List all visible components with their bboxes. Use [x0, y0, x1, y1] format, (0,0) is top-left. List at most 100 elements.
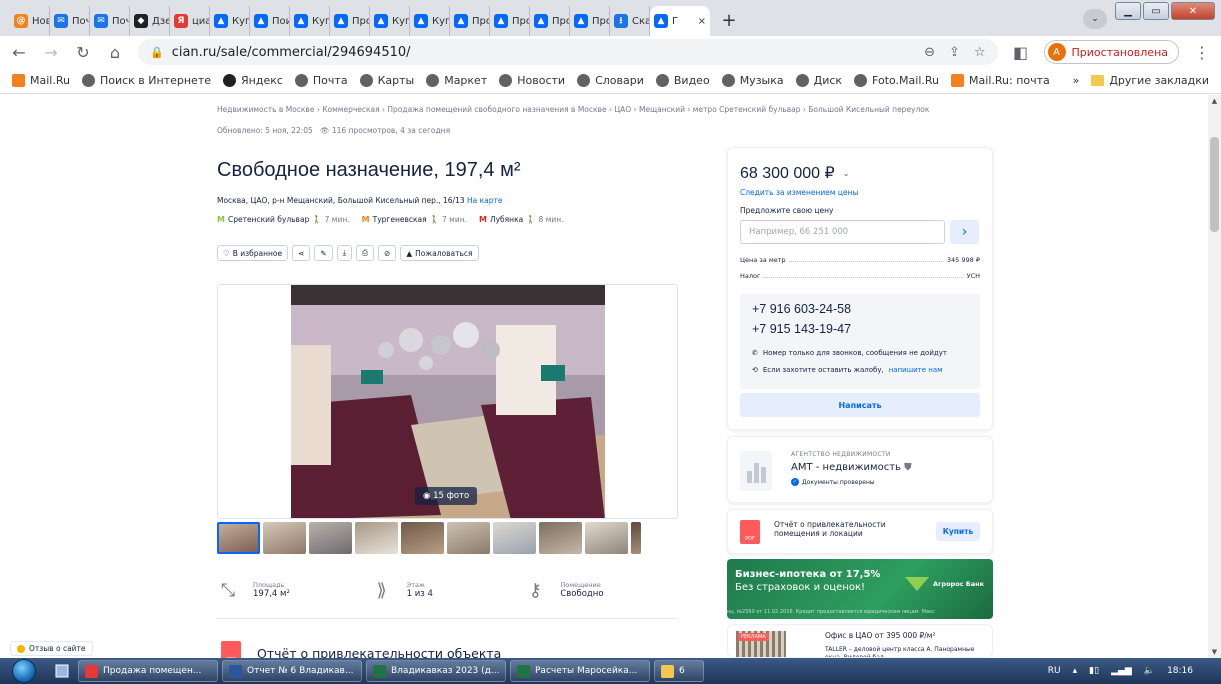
- write-button[interactable]: Написать: [740, 393, 980, 417]
- complaint-link[interactable]: напишите нам: [889, 366, 943, 374]
- photo-thumbnail[interactable]: [631, 522, 641, 554]
- bookmark-item[interactable]: Музыка: [721, 74, 784, 87]
- metro-station[interactable]: M Сретенский бульвар 🚶 7 мин.: [217, 215, 350, 224]
- close-tab-icon[interactable]: ×: [698, 16, 706, 27]
- photo-gallery[interactable]: ◉ 15 фото: [217, 284, 678, 519]
- network-icon[interactable]: ▮▯: [1089, 666, 1099, 676]
- bookmark-item[interactable]: Маркет: [426, 74, 487, 87]
- browser-tab[interactable]: @ Нов: [10, 6, 50, 36]
- photo-thumbnail[interactable]: [401, 522, 444, 554]
- offer-price-input[interactable]: Например, 66 251 000: [740, 220, 945, 244]
- clock[interactable]: 18:16: [1167, 666, 1193, 676]
- browser-tab-active[interactable]: ▲ Г ×: [650, 6, 710, 36]
- show-desktop-icon[interactable]: [50, 660, 74, 682]
- breadcrumb[interactable]: Недвижимость в Москве › Коммерческая › П…: [217, 105, 929, 114]
- download-button[interactable]: ⤓: [336, 245, 353, 261]
- scroll-down-icon[interactable]: ▼: [1208, 646, 1221, 658]
- browser-tab[interactable]: ⭳ Скач: [610, 6, 650, 36]
- taskbar-window-button[interactable]: Расчеты Маросейка...: [510, 660, 650, 682]
- photo-thumbnail[interactable]: [585, 522, 628, 554]
- chevron-down-icon[interactable]: ⌄: [843, 169, 850, 178]
- buy-button[interactable]: Купить: [936, 522, 980, 541]
- menu-icon[interactable]: ⋮: [1193, 43, 1211, 62]
- bookmark-item[interactable]: Mail.Ru: почта: [951, 74, 1050, 87]
- forward-icon[interactable]: →: [42, 43, 60, 62]
- edit-button[interactable]: ✎: [314, 245, 333, 261]
- metro-station[interactable]: M Тургеневская 🚶 7 мин.: [362, 215, 467, 224]
- browser-tab[interactable]: ▲ Про: [570, 6, 610, 36]
- browser-tab[interactable]: ✉ Почт: [90, 6, 130, 36]
- ad-banner[interactable]: Бизнес-ипотека от 17,5% Без страховок и …: [727, 559, 993, 619]
- zoom-icon[interactable]: ⊖: [924, 45, 935, 60]
- browser-tab[interactable]: ▲ Купи: [290, 6, 330, 36]
- new-tab-button[interactable]: +: [716, 7, 742, 33]
- bookmark-item[interactable]: Новости: [499, 74, 565, 87]
- metro-station[interactable]: M Лубянка 🚶 8 мин.: [479, 215, 564, 224]
- tray-arrow-icon[interactable]: ▴: [1073, 666, 1078, 676]
- photo-thumbnail[interactable]: [309, 522, 352, 554]
- map-link[interactable]: На карте: [467, 196, 503, 205]
- browser-tab[interactable]: ▲ Про: [530, 6, 570, 36]
- browser-tab[interactable]: ✉ Почт: [50, 6, 90, 36]
- bookmark-item[interactable]: Карты: [359, 74, 414, 87]
- address-bar[interactable]: 🔒 cian.ru/sale/commercial/294694510/ ⊖ ⇪…: [138, 39, 998, 65]
- browser-tab[interactable]: ▲ Про: [490, 6, 530, 36]
- main-photo[interactable]: [291, 285, 605, 518]
- ad-card[interactable]: РЕКЛАМА Офис в ЦАО от 395 000 ₽/м² TALLE…: [727, 624, 993, 658]
- favorite-button[interactable]: ♡ В избранное: [217, 245, 289, 261]
- share-icon[interactable]: ⇪: [949, 45, 960, 60]
- browser-tab[interactable]: ▲ Купи: [410, 6, 450, 36]
- photo-thumbnail[interactable]: [263, 522, 306, 554]
- browser-tab[interactable]: ▲ Про: [330, 6, 370, 36]
- taskbar-window-button[interactable]: Владикавказ 2023 (д...: [366, 660, 506, 682]
- bookmark-item[interactable]: Почта: [294, 74, 348, 87]
- print-button[interactable]: ⎙: [356, 245, 375, 261]
- close-window-button[interactable]: ✕: [1171, 2, 1215, 20]
- agency-name[interactable]: АМТ - недвижимость ⛊: [791, 462, 912, 473]
- browser-tab[interactable]: Яциан: [170, 6, 210, 36]
- start-button[interactable]: [2, 658, 46, 684]
- scroll-up-icon[interactable]: ▲: [1208, 95, 1221, 107]
- share-button[interactable]: ⋖: [292, 245, 311, 261]
- other-bookmarks[interactable]: Другие закладки: [1091, 74, 1209, 87]
- back-icon[interactable]: ←: [10, 43, 28, 62]
- browser-tab[interactable]: ▲ Про: [450, 6, 490, 36]
- complain-button[interactable]: ▲ Пожаловаться: [400, 245, 479, 261]
- signal-icon[interactable]: ▂▄▆: [1111, 666, 1132, 676]
- hide-button[interactable]: ⊘: [378, 245, 397, 261]
- feedback-button[interactable]: Отзыв о сайте: [10, 641, 93, 656]
- bookmark-item[interactable]: Словари: [577, 74, 644, 87]
- bookmarks-more-button[interactable]: »: [1073, 74, 1080, 87]
- bookmark-star-icon[interactable]: ☆: [974, 45, 986, 60]
- bookmark-item[interactable]: Foto.Mail.Ru: [854, 74, 939, 87]
- taskbar-window-button[interactable]: 6: [654, 660, 704, 682]
- phone-2[interactable]: +7 915 143-19-47: [752, 322, 851, 336]
- bookmark-item[interactable]: Поиск в Интернете: [81, 74, 211, 87]
- taskbar-window-button[interactable]: Продажа помещен...: [78, 660, 218, 682]
- photo-count-badge[interactable]: ◉ 15 фото: [415, 487, 478, 505]
- profile-button[interactable]: A Приостановлена: [1043, 40, 1179, 64]
- browser-tab[interactable]: ◆ Дзен: [130, 6, 170, 36]
- taskbar-window-button[interactable]: Отчет № 6 Владикав...: [222, 660, 362, 682]
- volume-icon[interactable]: 🔈: [1144, 666, 1155, 676]
- maximize-button[interactable]: ▭: [1143, 2, 1169, 20]
- bookmark-item[interactable]: Диск: [795, 74, 842, 87]
- bookmark-item[interactable]: Mail.Ru: [12, 74, 70, 87]
- reload-icon[interactable]: ↻: [74, 43, 92, 62]
- follow-price-link[interactable]: Следить за изменением цены: [740, 188, 858, 197]
- agency-card[interactable]: АГЕНТСТВО НЕДВИЖИМОСТИ АМТ - недвижимост…: [727, 436, 993, 503]
- photo-thumbnail[interactable]: [217, 522, 260, 554]
- sidepanel-icon[interactable]: ◧: [1012, 43, 1030, 62]
- photo-thumbnail[interactable]: [355, 522, 398, 554]
- minimize-button[interactable]: ▁: [1115, 2, 1141, 20]
- photo-thumbnail[interactable]: [493, 522, 536, 554]
- scroll-thumb[interactable]: [1210, 137, 1219, 232]
- scrollbar[interactable]: ▲ ▼: [1208, 95, 1221, 658]
- bookmark-item[interactable]: Яндекс: [223, 74, 283, 87]
- browser-tab[interactable]: ▲ Купи: [210, 6, 250, 36]
- browser-tab[interactable]: ▲ Пои: [250, 6, 290, 36]
- bookmark-item[interactable]: Видео: [655, 74, 710, 87]
- phone-1[interactable]: +7 916 603-24-58: [752, 302, 851, 316]
- offer-submit-button[interactable]: ›: [950, 220, 979, 244]
- home-icon[interactable]: ⌂: [106, 43, 124, 62]
